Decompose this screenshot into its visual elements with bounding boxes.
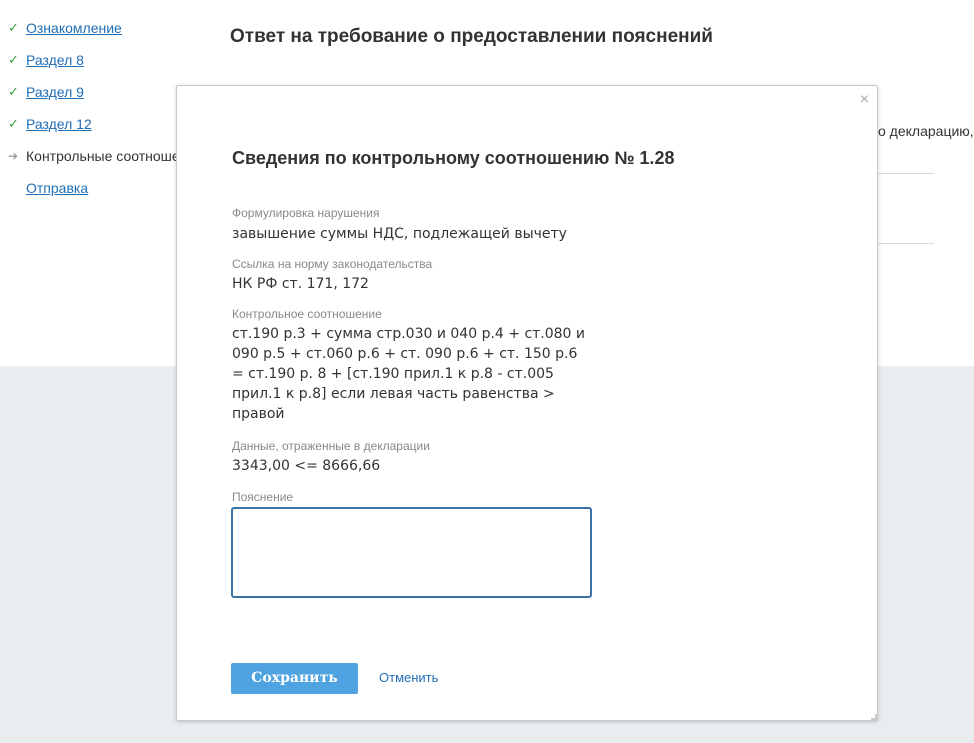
control-ratio-dialog: × Сведения по контрольному соотношению №…: [176, 85, 878, 721]
declaration-data-value: 3343,00 <= 8666,66: [232, 458, 381, 474]
sidebar-item-label[interactable]: Отправка: [26, 178, 88, 198]
cancel-link[interactable]: Отменить: [379, 670, 438, 685]
sidebar-item-section-12[interactable]: ✓ Раздел 12: [8, 114, 178, 146]
dialog-title: Сведения по контрольному соотношению № 1…: [232, 148, 675, 168]
sidebar-item-label[interactable]: Раздел 8: [26, 50, 84, 70]
sidebar-item-section-9[interactable]: ✓ Раздел 9: [8, 82, 178, 114]
declaration-data-label: Данные, отраженные в декларации: [232, 439, 430, 453]
law-reference-value: НК РФ ст. 171, 172: [232, 276, 369, 292]
check-icon: ✓: [8, 84, 19, 99]
sidebar-item-control-ratios: ➔ Контрольные соотношен: [8, 146, 187, 178]
explanation-input[interactable]: [231, 507, 592, 598]
sidebar-item-label[interactable]: Ознакомление: [26, 18, 122, 38]
arrow-right-icon: ➔: [8, 149, 19, 163]
control-ratio-label: Контрольное соотношение: [232, 307, 382, 321]
explanation-label: Пояснение: [232, 490, 294, 504]
resize-handle[interactable]: [871, 714, 877, 720]
check-icon: ✓: [8, 20, 19, 35]
violation-label: Формулировка нарушения: [232, 206, 380, 220]
violation-value: завышение суммы НДС, подлежащей вычету: [232, 226, 567, 242]
background-divider: [878, 243, 934, 244]
sidebar-item-section-8[interactable]: ✓ Раздел 8: [8, 50, 178, 82]
control-ratio-formula: ст.190 р.3 + сумма стр.030 и 040 р.4 + с…: [232, 326, 586, 422]
save-button[interactable]: Сохранить: [231, 663, 358, 694]
page-title: Ответ на требование о предоставлении поя…: [230, 26, 713, 47]
sidebar-nav: ✓ Ознакомление ✓ Раздел 8 ✓ Раздел 9 ✓ Р…: [8, 18, 187, 210]
law-reference-label: Ссылка на норму законодательства: [232, 257, 433, 271]
sidebar-item-label[interactable]: Раздел 12: [26, 114, 92, 134]
background-divider: [878, 173, 934, 174]
sidebar-item-send[interactable]: Отправка: [8, 178, 178, 210]
sidebar-item-label: Контрольные соотношен: [26, 148, 188, 164]
check-icon: ✓: [8, 116, 19, 131]
close-icon[interactable]: ×: [860, 90, 869, 110]
background-text: о декларацию, с: [878, 123, 974, 139]
sidebar-item-intro[interactable]: ✓ Ознакомление: [8, 18, 178, 50]
sidebar-item-label[interactable]: Раздел 9: [26, 82, 84, 102]
check-icon: ✓: [8, 52, 19, 67]
